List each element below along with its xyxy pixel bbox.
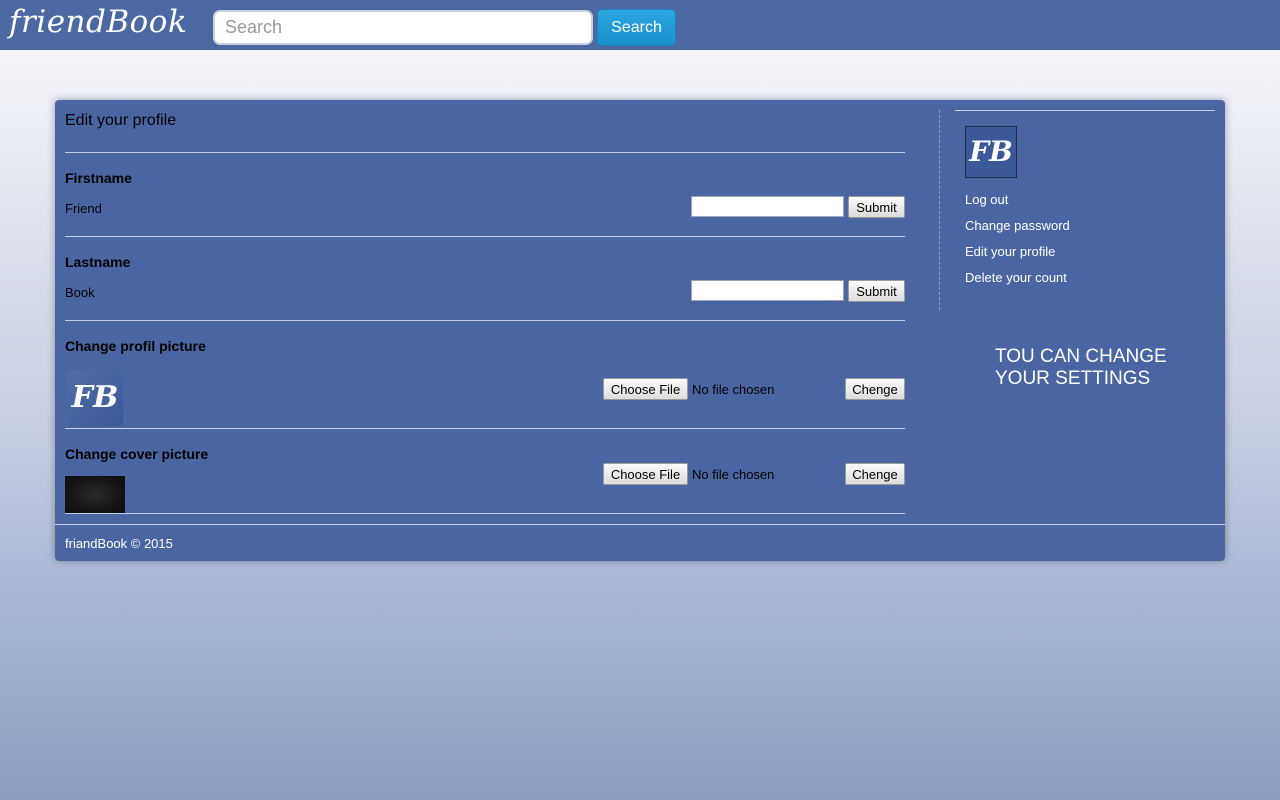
settings-note: TOU CAN CHANGE YOUR SETTINGS bbox=[995, 346, 1215, 390]
edit-profile-link[interactable]: Edit your profile bbox=[965, 244, 1055, 259]
top-bar: friendBook Search bbox=[0, 0, 1280, 50]
divider bbox=[65, 152, 905, 153]
profile-change-button[interactable]: Chenge bbox=[845, 378, 905, 400]
profile-file-status: No file chosen bbox=[692, 382, 775, 397]
divider bbox=[65, 513, 905, 514]
divider bbox=[65, 428, 905, 429]
page-title: Edit your profile bbox=[65, 112, 177, 129]
profile-picture-thumbnail: FB bbox=[67, 370, 123, 426]
settings-note-line: YOUR SETTINGS bbox=[995, 368, 1151, 389]
profile-panel: Edit your profile Firstname Friend Submi… bbox=[55, 100, 1225, 561]
profile-choose-file-button[interactable]: Choose File bbox=[603, 378, 688, 400]
vertical-separator bbox=[939, 110, 940, 310]
divider bbox=[65, 236, 905, 237]
cover-choose-file-button[interactable]: Choose File bbox=[603, 463, 688, 485]
footer-divider bbox=[55, 524, 1225, 525]
firstname-input[interactable] bbox=[691, 196, 844, 217]
site-logo[interactable]: friendBook bbox=[9, 3, 187, 41]
lastname-input[interactable] bbox=[691, 280, 844, 301]
lastname-submit-button[interactable]: Submit bbox=[848, 280, 905, 302]
lastname-value: Book bbox=[65, 285, 95, 300]
search-input[interactable] bbox=[213, 10, 593, 45]
footer-text: friandBook © 2015 bbox=[65, 536, 173, 551]
firstname-label: Firstname bbox=[65, 170, 132, 186]
cover-file-status: No file chosen bbox=[692, 467, 775, 482]
avatar[interactable]: FB bbox=[965, 126, 1017, 178]
lastname-label: Lastname bbox=[65, 254, 131, 270]
firstname-submit-button[interactable]: Submit bbox=[848, 196, 905, 218]
cover-change-button[interactable]: Chenge bbox=[845, 463, 905, 485]
cover-picture-label: Change cover picture bbox=[65, 446, 209, 462]
firstname-value: Friend bbox=[65, 201, 102, 216]
log-out-link[interactable]: Log out bbox=[965, 192, 1008, 207]
settings-note-line: TOU CAN CHANGE bbox=[995, 346, 1167, 367]
profile-picture-label: Change profil picture bbox=[65, 338, 206, 354]
search-button[interactable]: Search bbox=[597, 9, 676, 46]
divider bbox=[65, 320, 905, 321]
change-password-link[interactable]: Change password bbox=[965, 218, 1070, 233]
delete-account-link[interactable]: Delete your count bbox=[965, 270, 1067, 285]
cover-picture-thumbnail bbox=[65, 476, 125, 513]
divider bbox=[955, 110, 1215, 111]
